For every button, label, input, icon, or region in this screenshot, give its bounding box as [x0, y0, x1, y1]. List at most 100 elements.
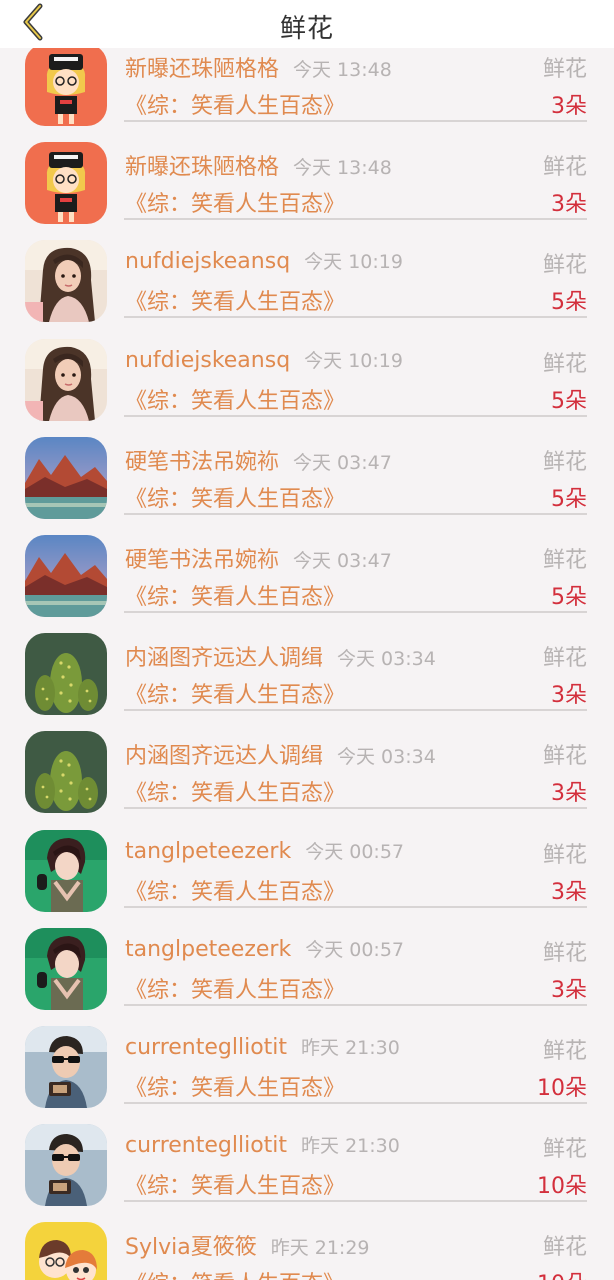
gift-record-row[interactable]: 内涵图齐远达人调缉 今天 03:34 鲜花 《综：笑看人生百态》 3朵: [0, 617, 614, 716]
gift-amount: 3朵: [551, 683, 587, 709]
user-name[interactable]: 硬笔书法吊婉袮: [125, 450, 279, 475]
work-title[interactable]: 《综：笑看人生百态》: [125, 677, 345, 709]
gift-record-row[interactable]: currenteglliotit 昨天 21:30 鲜花 《综：笑看人生百态》 10朵: [0, 1010, 614, 1108]
gift-amount: 5朵: [551, 290, 587, 316]
work-title[interactable]: 《综：笑看人生百态》: [125, 481, 345, 513]
avatar[interactable]: [25, 240, 107, 323]
divider: [124, 807, 587, 810]
top-bar: 鲜花: [0, 0, 614, 48]
gift-amount: 10朵: [537, 1266, 587, 1280]
cartoon-couple-avatar: [25, 1222, 107, 1280]
gift-record-row[interactable]: tanglpeteezerk 今天 00:57 鲜花《综：笑看人生百态》 3朵: [0, 814, 614, 912]
user-name[interactable]: 新曝还珠陋格格: [125, 155, 279, 180]
divider: [124, 905, 587, 908]
work-title[interactable]: 《综：笑看人生百态》: [125, 874, 345, 906]
work-title[interactable]: 《综：笑看人生百态》: [125, 579, 345, 611]
avatar[interactable]: [25, 731, 107, 814]
work-title[interactable]: 《综：笑看人生百态》: [125, 775, 345, 807]
timestamp: 昨天 21:30: [301, 1036, 400, 1059]
user-name[interactable]: nufdiejskeansq: [125, 249, 290, 274]
gift-type-label: 鲜花: [542, 547, 587, 573]
work-title[interactable]: 《综：笑看人生百态》: [125, 1070, 345, 1102]
name-line: 硬笔书法吊婉袮 今天 03:47: [125, 542, 392, 574]
work-title[interactable]: 《综：笑看人生百态》: [125, 972, 345, 1004]
gift-amount: 5朵: [551, 388, 587, 414]
cartoon-girl-avatar: [25, 44, 107, 126]
name-line: tanglpeteezerk 今天 00:57: [125, 935, 404, 962]
gift-type-label: 鲜花: [542, 744, 587, 770]
gift-record-row[interactable]: tanglpeteezerk 今天 00:57 鲜花 《综：笑看人生百态》 3朵: [0, 912, 614, 1010]
user-name[interactable]: Sylvia夏筱筱: [125, 1235, 257, 1260]
avatar[interactable]: [25, 927, 107, 1010]
user-name[interactable]: nufdiejskeansq: [125, 348, 290, 373]
timestamp: 昨天 21:29: [270, 1237, 370, 1260]
name-line: nufdiejskeansq 今天 10:19: [125, 346, 403, 373]
gift-type-label: 鲜花: [542, 253, 587, 279]
work-title[interactable]: 《综：笑看人生百态》: [125, 186, 345, 218]
user-name[interactable]: currenteglliotit: [125, 1133, 287, 1158]
gift-record-row[interactable]: 硬笔书法吊婉袮 今天 03:47 鲜花 《综：笑看人生百态》 5朵: [0, 421, 614, 519]
gift-type-label: 鲜花: [542, 351, 587, 377]
gift-type-label: 鲜花: [542, 940, 587, 966]
work-title[interactable]: 《综：笑看人生百态》: [125, 1168, 345, 1200]
avatar[interactable]: [25, 44, 107, 126]
gift-amount: 10朵: [537, 1075, 587, 1101]
gift-record-row[interactable]: Sylvia夏筱筱昨天 21:29 鲜花《综：笑看人生百态》 10朵: [0, 1206, 614, 1280]
anime-man-avatar: [25, 829, 107, 912]
cactus-avatar: [25, 731, 107, 814]
user-name[interactable]: currenteglliotit: [125, 1035, 287, 1060]
user-name[interactable]: 内涵图齐远达人调缉: [125, 646, 323, 671]
gift-amount: 3朵: [551, 781, 587, 807]
woman-photo-avatar: [25, 240, 107, 323]
gift-record-row[interactable]: currenteglliotit 昨天 21:30 鲜花 《综：笑看人生百态》 10朵: [0, 1108, 614, 1207]
anime-man-avatar: [25, 927, 107, 1010]
user-name[interactable]: 内涵图齐远达人调缉: [125, 744, 323, 769]
divider: [124, 218, 587, 221]
timestamp: 今天 03:34: [337, 746, 436, 769]
avatar[interactable]: [25, 633, 107, 716]
user-name[interactable]: tanglpeteezerk: [125, 839, 291, 864]
woman-photo-avatar: [25, 338, 107, 421]
gift-amount: 3朵: [551, 879, 587, 905]
divider: [124, 414, 587, 417]
gift-type-label: 鲜花: [542, 842, 587, 868]
gift-record-row[interactable]: 硬笔书法吊婉袮 今天 03:47 鲜花《综：笑看人生百态》 5朵: [0, 519, 614, 617]
avatar[interactable]: [25, 1025, 107, 1108]
gift-record-list: 新曝还珠陋格格 今天 13:48 鲜花 《综：笑看人生百态》 3朵 新曝还珠陋格格 今天 1…: [0, 28, 614, 1280]
avatar[interactable]: [25, 829, 107, 912]
avatar[interactable]: [25, 1222, 107, 1280]
gift-amount: 5朵: [551, 584, 587, 610]
divider: [124, 1101, 587, 1104]
avatar[interactable]: [25, 142, 107, 225]
avatar[interactable]: [25, 436, 107, 519]
name-line: tanglpeteezerk 今天 00:57: [125, 837, 404, 864]
divider: [124, 610, 587, 613]
name-line: Sylvia夏筱筱 昨天 21:29: [125, 1229, 370, 1261]
work-title[interactable]: 《综：笑看人生百态》: [125, 284, 345, 316]
gift-record-row[interactable]: nufdiejskeansq 今天 10:19 鲜花 《综：笑看人生百态》 5朵: [0, 224, 614, 323]
gift-record-row[interactable]: 新曝还珠陋格格 今天 13:48 鲜花 《综：笑看人生百态》 3朵: [0, 126, 614, 225]
divider: [124, 1003, 587, 1006]
user-name[interactable]: 硬笔书法吊婉袮: [125, 548, 279, 573]
divider: [124, 120, 587, 122]
user-name[interactable]: tanglpeteezerk: [125, 937, 291, 962]
landscape-avatar: [25, 534, 107, 617]
work-title[interactable]: 《综：笑看人生百态》: [125, 383, 345, 415]
name-line: 内涵图齐远达人调缉 今天 03:34: [125, 640, 436, 672]
work-title[interactable]: 《综：笑看人生百态》: [125, 1266, 345, 1280]
gift-type-label: 鲜花: [542, 155, 587, 181]
avatar[interactable]: [25, 534, 107, 617]
gift-type-label: 鲜花: [542, 57, 587, 82]
gift-record-row[interactable]: 内涵图齐远达人调缉 今天 03:34 鲜花《综：笑看人生百态》 3朵: [0, 715, 614, 814]
page-title: 鲜花: [279, 14, 334, 44]
gift-type-label: 鲜花: [542, 1137, 587, 1163]
divider: [124, 1200, 587, 1203]
user-name[interactable]: 新曝还珠陋格格: [125, 57, 279, 82]
cartoon-girl-avatar: [25, 142, 107, 225]
gift-record-row[interactable]: nufdiejskeansq 今天 10:19 鲜花《综：笑看人生百态》 5朵: [0, 323, 614, 421]
gift-type-label: 鲜花: [542, 449, 587, 475]
divider: [124, 316, 587, 319]
work-title[interactable]: 《综：笑看人生百态》: [125, 88, 345, 120]
avatar[interactable]: [25, 1124, 107, 1207]
avatar[interactable]: [25, 338, 107, 421]
